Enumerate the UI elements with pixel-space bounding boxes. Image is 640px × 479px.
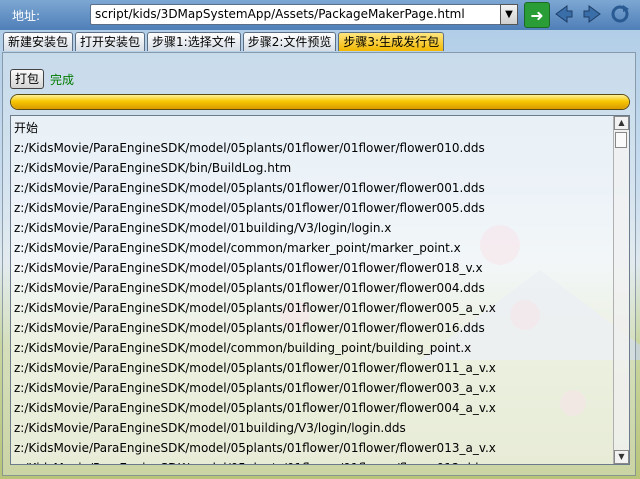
log-line: z:/KidsMovie/ParaEngineSDK/model/05plant… <box>14 181 485 195</box>
log-line: z:/KidsMovie/ParaEngineSDK/model/05plant… <box>14 321 485 335</box>
scroll-down-button[interactable]: ▼ <box>614 450 629 464</box>
chevron-down-icon: ▼ <box>505 9 513 20</box>
log-line: z:/KidsMovie/ParaEngineSDK/model/05plant… <box>14 281 485 295</box>
forward-icon <box>583 5 601 23</box>
scroll-thumb[interactable] <box>615 132 627 148</box>
log-line: z:/KidsMovie/ParaEngineSDK/model/05plant… <box>14 261 483 275</box>
tab-step1-select-files[interactable]: 步骤1:选择文件 <box>147 32 241 51</box>
status-text: 完成 <box>50 73 75 87</box>
refresh-icon <box>611 5 629 23</box>
log-line: z:/KidsMovie/ParaEngineSDK/model/05plant… <box>14 381 496 395</box>
refresh-button[interactable] <box>608 2 632 26</box>
back-icon <box>555 5 573 23</box>
log-scrollbar[interactable]: ▲ ▼ <box>613 116 629 464</box>
log-line: z:/KidsMovie/ParaEngineSDK/model/05plant… <box>14 361 496 375</box>
tab-step3-generate-release[interactable]: 步骤3:生成发行包 <box>338 32 445 51</box>
go-arrow-icon: ➜ <box>530 5 544 25</box>
log-line: z:/KidsMovie/ParaEngineSDK/model/05plant… <box>14 301 496 315</box>
log-line: z:/KidsMovie/ParaEngineSDK/model/05plant… <box>14 141 485 155</box>
tab-bar: 新建安装包 打开安装包 步骤1:选择文件 步骤2:文件预览 步骤3:生成发行包 <box>0 32 640 52</box>
progress-bar <box>10 94 630 110</box>
go-button[interactable]: ➜ <box>524 2 550 28</box>
forward-button[interactable] <box>580 2 604 26</box>
address-label: 地址: <box>12 9 41 23</box>
back-button[interactable] <box>552 2 576 26</box>
log-line: z:/KidsMovie/ParaEngineSDK/model/05plant… <box>14 401 496 415</box>
log-line: z:/KidsMovie/ParaEngineSDK/model/05plant… <box>14 201 485 215</box>
log-line: z:/KidsMovie/ParaEngineSDK/model/01build… <box>14 421 406 435</box>
log-line: z:/KidsMovie/ParaEngineSDK/model/common/… <box>14 241 461 255</box>
pack-button[interactable]: 打包 <box>10 69 44 89</box>
address-input[interactable]: script/kids/3DMapSystemApp/Assets/Packag… <box>90 4 504 25</box>
log-list: 开始 z:/KidsMovie/ParaEngineSDK/model/05pla… <box>10 115 630 465</box>
tab-step2-file-preview[interactable]: 步骤2:文件预览 <box>242 32 337 51</box>
log-lines: 开始 z:/KidsMovie/ParaEngineSDK/model/05pla… <box>14 118 612 464</box>
tab-open-package[interactable]: 打开安装包 <box>75 32 146 51</box>
progress-fill <box>11 95 629 109</box>
address-bar: 地址: script/kids/3DMapSystemApp/Assets/Pa… <box>0 0 640 30</box>
log-line: z:/KidsMovie/ParaEngineSDK/model/05plant… <box>14 441 496 455</box>
log-line: z:/KidsMovie/ParaEngineSDK/model/01build… <box>14 221 392 235</box>
log-line: 开始 <box>14 121 39 135</box>
tab-new-package[interactable]: 新建安装包 <box>3 32 74 51</box>
scroll-up-button[interactable]: ▲ <box>614 116 629 130</box>
address-dropdown-button[interactable]: ▼ <box>500 4 518 25</box>
log-line: z:/KidsMovie/ParaEngineSDK/bin/BuildLog.… <box>14 161 292 175</box>
log-line: z:/KidsMovie/ParaEngineSDK/model/common/… <box>14 341 472 355</box>
log-line: z:/KidsMovie/ParaEngineSDK/model/05plant… <box>14 458 612 464</box>
